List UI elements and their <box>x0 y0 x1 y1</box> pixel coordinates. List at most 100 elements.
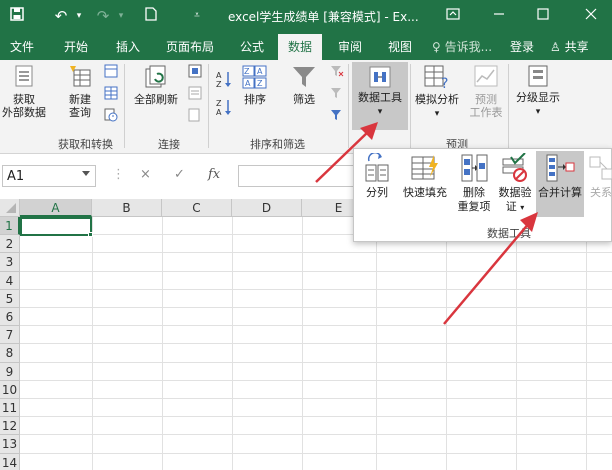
row-header[interactable]: 9 <box>0 362 20 381</box>
clear-filter-icon <box>331 66 344 77</box>
row-header[interactable]: 6 <box>0 308 20 327</box>
column-header[interactable]: B <box>92 199 162 217</box>
database-icon <box>15 65 33 87</box>
window-title: excel学生成绩单 [兼容模式] - Ex... <box>228 10 419 24</box>
sort-button[interactable]: Z A A Z 排序 <box>238 64 272 106</box>
tab-view[interactable]: 视图 <box>388 38 412 55</box>
tab-file[interactable]: 文件 <box>10 38 34 55</box>
data-validation-button[interactable]: 数据验 证 ▾ <box>496 153 534 215</box>
column-header[interactable]: C <box>162 199 232 217</box>
outline-icon <box>528 65 548 87</box>
group-label-get-transform: 获取和转换 <box>58 138 113 151</box>
column-header[interactable]: A <box>20 199 92 217</box>
row-header[interactable]: 7 <box>0 326 20 345</box>
svg-text:A: A <box>245 79 251 88</box>
svg-text:A: A <box>216 71 222 80</box>
svg-text:Z: Z <box>216 80 222 88</box>
text-to-columns-icon <box>365 153 389 182</box>
row-header[interactable]: 13 <box>0 435 20 454</box>
chevron-down-icon[interactable] <box>82 171 90 176</box>
more-icon: ⋮ <box>112 167 125 182</box>
tab-home[interactable]: 开始 <box>64 38 88 55</box>
sort-a-to-z-icon[interactable]: AZ <box>216 70 232 88</box>
group-label-data-tools: 数据工具 <box>487 227 531 240</box>
data-tools-button[interactable]: 数据工具 ▾ <box>352 62 408 130</box>
column-header[interactable]: D <box>232 199 302 217</box>
row-header[interactable]: 1 <box>0 217 20 236</box>
name-box[interactable]: A1 <box>2 165 96 187</box>
row-header[interactable]: 4 <box>0 271 20 290</box>
cancel-entry-button[interactable]: × <box>140 167 151 182</box>
minimize-icon[interactable] <box>482 4 516 28</box>
chevron-down-icon: ▾ <box>520 203 525 212</box>
gridline <box>92 217 93 470</box>
consolidate-icon <box>546 154 575 182</box>
properties-icon <box>188 86 202 100</box>
filter-button[interactable]: 筛选 <box>286 64 322 106</box>
tab-formulas[interactable]: 公式 <box>240 38 264 55</box>
tab-data[interactable]: 数据 <box>278 34 323 60</box>
tab-review[interactable]: 审阅 <box>338 38 362 55</box>
connections-icon[interactable] <box>188 64 202 78</box>
group-divider <box>124 64 125 148</box>
what-if-analysis-button[interactable]: ? 模拟分析 ▾ <box>412 64 462 121</box>
remove-duplicates-button[interactable]: 删除 重复项 <box>454 153 494 214</box>
consolidate-button[interactable]: 合并计算 <box>536 151 584 217</box>
tell-me-search[interactable]: ♀ 告诉我... <box>432 38 492 55</box>
enter-entry-button[interactable]: ✓ <box>174 167 185 182</box>
tab-insert[interactable]: 插入 <box>116 38 140 55</box>
row-header[interactable]: 2 <box>0 235 20 254</box>
maximize-icon[interactable] <box>526 4 560 28</box>
undo-dropdown-icon[interactable]: ▾ <box>68 7 90 25</box>
text-to-columns-button[interactable]: 分列 <box>358 153 396 200</box>
gridline <box>586 217 587 470</box>
new-query-button[interactable]: 新建 查询 <box>60 64 100 119</box>
what-if-icon: ? <box>424 65 448 90</box>
new-file-icon[interactable] <box>140 7 162 25</box>
new-query-icon <box>70 66 91 87</box>
gridline <box>20 434 612 436</box>
insert-function-button[interactable]: fx <box>208 167 220 182</box>
gridline <box>376 217 377 470</box>
refresh-icon <box>145 65 166 88</box>
remove-duplicates-icon <box>461 154 488 182</box>
person-icon: ♙ <box>550 40 561 54</box>
outline-button[interactable]: 分级显示 ▾ <box>512 64 564 119</box>
advanced-filter-icon[interactable] <box>330 108 344 122</box>
row-header[interactable]: 5 <box>0 289 20 308</box>
flash-fill-button[interactable]: 快速填充 <box>398 153 452 200</box>
ribbon-display-options-icon[interactable] <box>436 4 470 28</box>
row-header[interactable]: 11 <box>0 399 20 418</box>
row-header[interactable]: 12 <box>0 417 20 436</box>
forecast-sheet-button: 预测 工作表 <box>466 64 506 119</box>
login-link[interactable]: 登录 <box>510 38 534 55</box>
gridline <box>302 217 303 470</box>
chevron-down-icon: ▾ <box>535 107 541 117</box>
select-all-corner[interactable] <box>0 199 20 217</box>
share-button[interactable]: ♙ 共享 <box>550 38 589 55</box>
close-icon[interactable] <box>574 4 608 28</box>
recent-sources-icon[interactable] <box>104 108 118 122</box>
save-icon[interactable] <box>6 7 28 25</box>
sort-z-to-a-icon[interactable]: ZA <box>216 98 232 116</box>
row-header[interactable]: 3 <box>0 253 20 272</box>
row-header[interactable]: 8 <box>0 344 20 363</box>
gridline <box>20 343 612 345</box>
active-cell-a1[interactable] <box>20 217 92 236</box>
flash-fill-icon <box>411 155 438 180</box>
customize-qat-icon[interactable]: ⩡ <box>186 7 208 25</box>
row-header[interactable]: 14 <box>0 453 20 470</box>
gridline <box>20 270 612 272</box>
show-queries-icon[interactable] <box>104 64 118 78</box>
refresh-all-button[interactable]: 全部刷新 <box>128 64 184 106</box>
fill-handle[interactable] <box>88 232 93 237</box>
get-external-data-button[interactable]: 获取 外部数据 <box>2 64 46 119</box>
gridline <box>20 252 612 254</box>
lightbulb-icon: ♀ <box>432 40 441 54</box>
row-header[interactable]: 10 <box>0 380 20 399</box>
svg-text:?: ? <box>441 76 448 90</box>
from-table-icon[interactable] <box>104 86 118 100</box>
title-bar: ↶ ▾ ↷ ▾ ⩡ excel学生成绩单 [兼容模式] - Ex... <box>0 0 612 32</box>
gridline <box>232 217 233 470</box>
tab-page-layout[interactable]: 页面布局 <box>166 38 214 55</box>
